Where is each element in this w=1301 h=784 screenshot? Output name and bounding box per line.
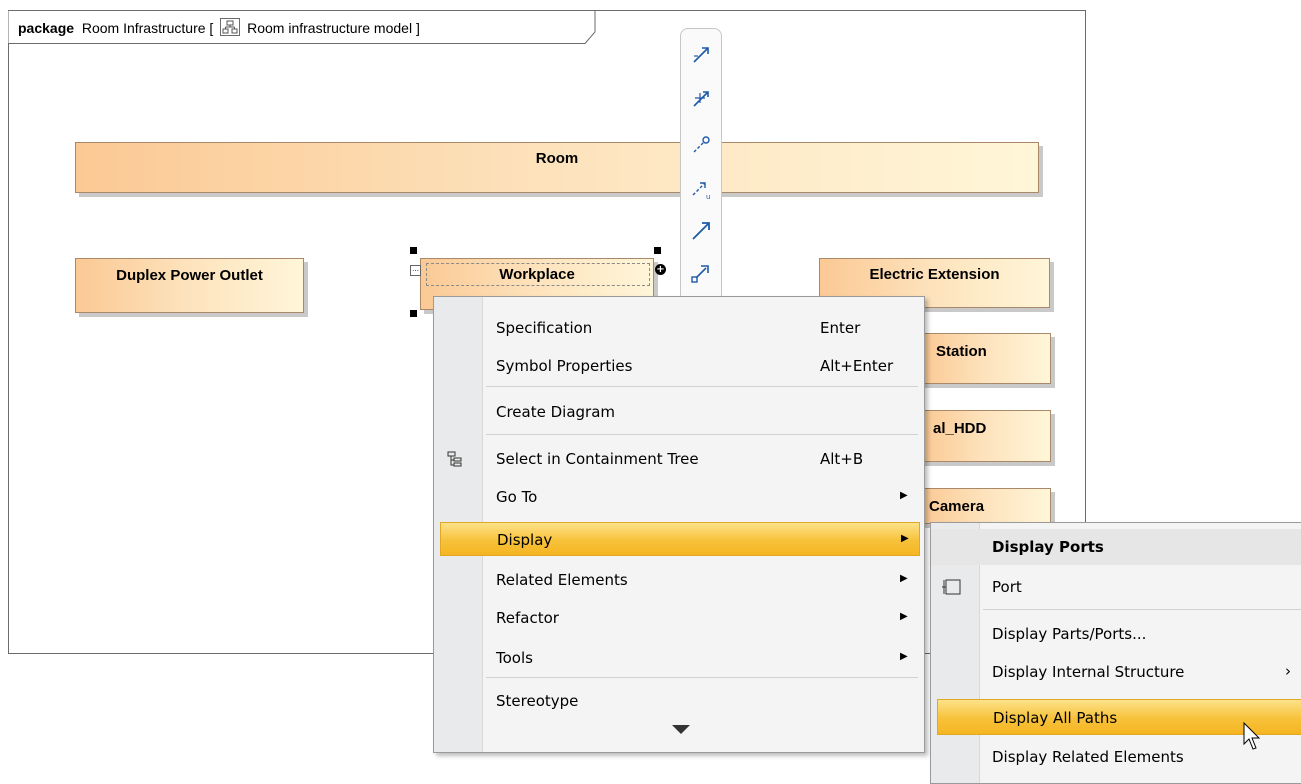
menu-item-refactor[interactable]: Refactor ▶ bbox=[434, 601, 924, 635]
menu-item-create-diagram[interactable]: Create Diagram bbox=[434, 395, 924, 429]
block-hdd[interactable]: al_HDD bbox=[920, 410, 1051, 462]
association-icon[interactable] bbox=[689, 219, 713, 243]
submenu-header-label: Display Ports bbox=[992, 538, 1104, 556]
menu-item-symbol-properties[interactable]: Symbol Properties Alt+Enter bbox=[434, 349, 924, 383]
smart-manipulator-toolbar: u bbox=[680, 28, 722, 310]
submenu-item-label: Display Related Elements bbox=[992, 748, 1184, 766]
menu-item-label: Refactor bbox=[496, 609, 559, 627]
workplace-name-edit-box bbox=[426, 263, 650, 286]
add-port-icon[interactable]: + bbox=[655, 264, 666, 275]
dependency-icon[interactable]: u bbox=[689, 177, 713, 201]
menu-item-label: Create Diagram bbox=[496, 403, 616, 421]
submenu-arrow-icon: ▶ bbox=[900, 490, 908, 501]
submenu-item-label: Port bbox=[992, 578, 1022, 596]
connector-icon[interactable] bbox=[689, 261, 713, 285]
diagram-icon bbox=[220, 18, 241, 36]
menu-item-specification[interactable]: Specification Enter bbox=[434, 311, 924, 345]
menu-item-stereotype[interactable]: Stereotype bbox=[434, 684, 924, 718]
block-room[interactable]: Room bbox=[75, 142, 1039, 193]
submenu-item-label: Display Parts/Ports... bbox=[992, 625, 1147, 643]
containment-link-icon[interactable] bbox=[689, 87, 713, 111]
submenu-item-label: Display All Paths bbox=[993, 709, 1118, 727]
menu-item-go-to[interactable]: Go To ▶ bbox=[434, 480, 924, 514]
mouse-cursor-icon bbox=[1243, 722, 1261, 750]
submenu-arrow-icon: › bbox=[1285, 662, 1291, 680]
selection-handle[interactable] bbox=[410, 247, 417, 254]
selection-handle[interactable] bbox=[654, 247, 661, 254]
block-duplex-power-outlet[interactable]: Duplex Power Outlet bbox=[75, 258, 304, 313]
menu-item-shortcut: Alt+Enter bbox=[820, 357, 894, 375]
menu-item-label: Select in Containment Tree bbox=[496, 450, 699, 468]
menu-separator bbox=[486, 434, 918, 435]
package-name: Room Infrastructure [ bbox=[81, 20, 214, 36]
menu-item-shortcut: Enter bbox=[820, 319, 861, 337]
containment-tree-icon bbox=[447, 451, 462, 467]
menu-item-display[interactable]: Display ▶ bbox=[440, 522, 920, 556]
directed-association-icon[interactable] bbox=[689, 43, 713, 67]
menu-separator bbox=[486, 386, 918, 387]
menu-item-tools[interactable]: Tools ▶ bbox=[434, 641, 924, 675]
menu-item-label: Related Elements bbox=[496, 571, 628, 589]
port-icon bbox=[942, 579, 961, 595]
menu-item-related-elements[interactable]: Related Elements ▶ bbox=[434, 563, 924, 597]
menu-item-label: Go To bbox=[496, 488, 538, 506]
block-station[interactable]: Station bbox=[920, 333, 1051, 384]
submenu-arrow-icon: ▶ bbox=[900, 611, 908, 622]
menu-separator bbox=[983, 609, 1301, 610]
submenu-item-display-internal-structure[interactable]: Display Internal Structure › bbox=[931, 654, 1301, 690]
context-menu: Specification Enter Symbol Properties Al… bbox=[433, 296, 925, 753]
selection-handle[interactable] bbox=[410, 310, 417, 317]
package-keyword: package bbox=[18, 20, 75, 36]
package-title: package Room Infrastructure [ Room infra… bbox=[18, 18, 420, 36]
triangle-down-icon[interactable] bbox=[672, 725, 690, 735]
submenu-arrow-icon: ▶ bbox=[900, 651, 908, 662]
menu-item-select-in-containment-tree[interactable]: Select in Containment Tree Alt+B bbox=[434, 442, 924, 476]
menu-item-label: Symbol Properties bbox=[496, 357, 633, 375]
menu-separator bbox=[486, 677, 918, 678]
menu-item-label: Specification bbox=[496, 319, 593, 337]
menu-item-shortcut: Alt+B bbox=[820, 450, 864, 468]
usage-link-icon[interactable] bbox=[689, 133, 713, 157]
svg-text:u: u bbox=[706, 193, 710, 201]
block-camera[interactable]: Camera bbox=[920, 488, 1051, 524]
diagram-name: Room infrastructure model ] bbox=[247, 20, 420, 36]
submenu-arrow-icon: ▶ bbox=[900, 573, 908, 584]
submenu-arrow-icon: ▶ bbox=[901, 533, 909, 544]
submenu-header-display-ports: Display Ports bbox=[931, 529, 1301, 565]
menu-item-label: Tools bbox=[496, 649, 533, 667]
compartment-toggle-icon[interactable]: … bbox=[410, 265, 421, 276]
menu-item-label: Stereotype bbox=[496, 692, 579, 710]
submenu-item-label: Display Internal Structure bbox=[992, 663, 1185, 681]
submenu-item-display-parts-ports[interactable]: Display Parts/Ports... bbox=[931, 616, 1301, 652]
submenu-item-port[interactable]: Port bbox=[931, 569, 1301, 605]
menu-item-label: Display bbox=[497, 531, 553, 549]
